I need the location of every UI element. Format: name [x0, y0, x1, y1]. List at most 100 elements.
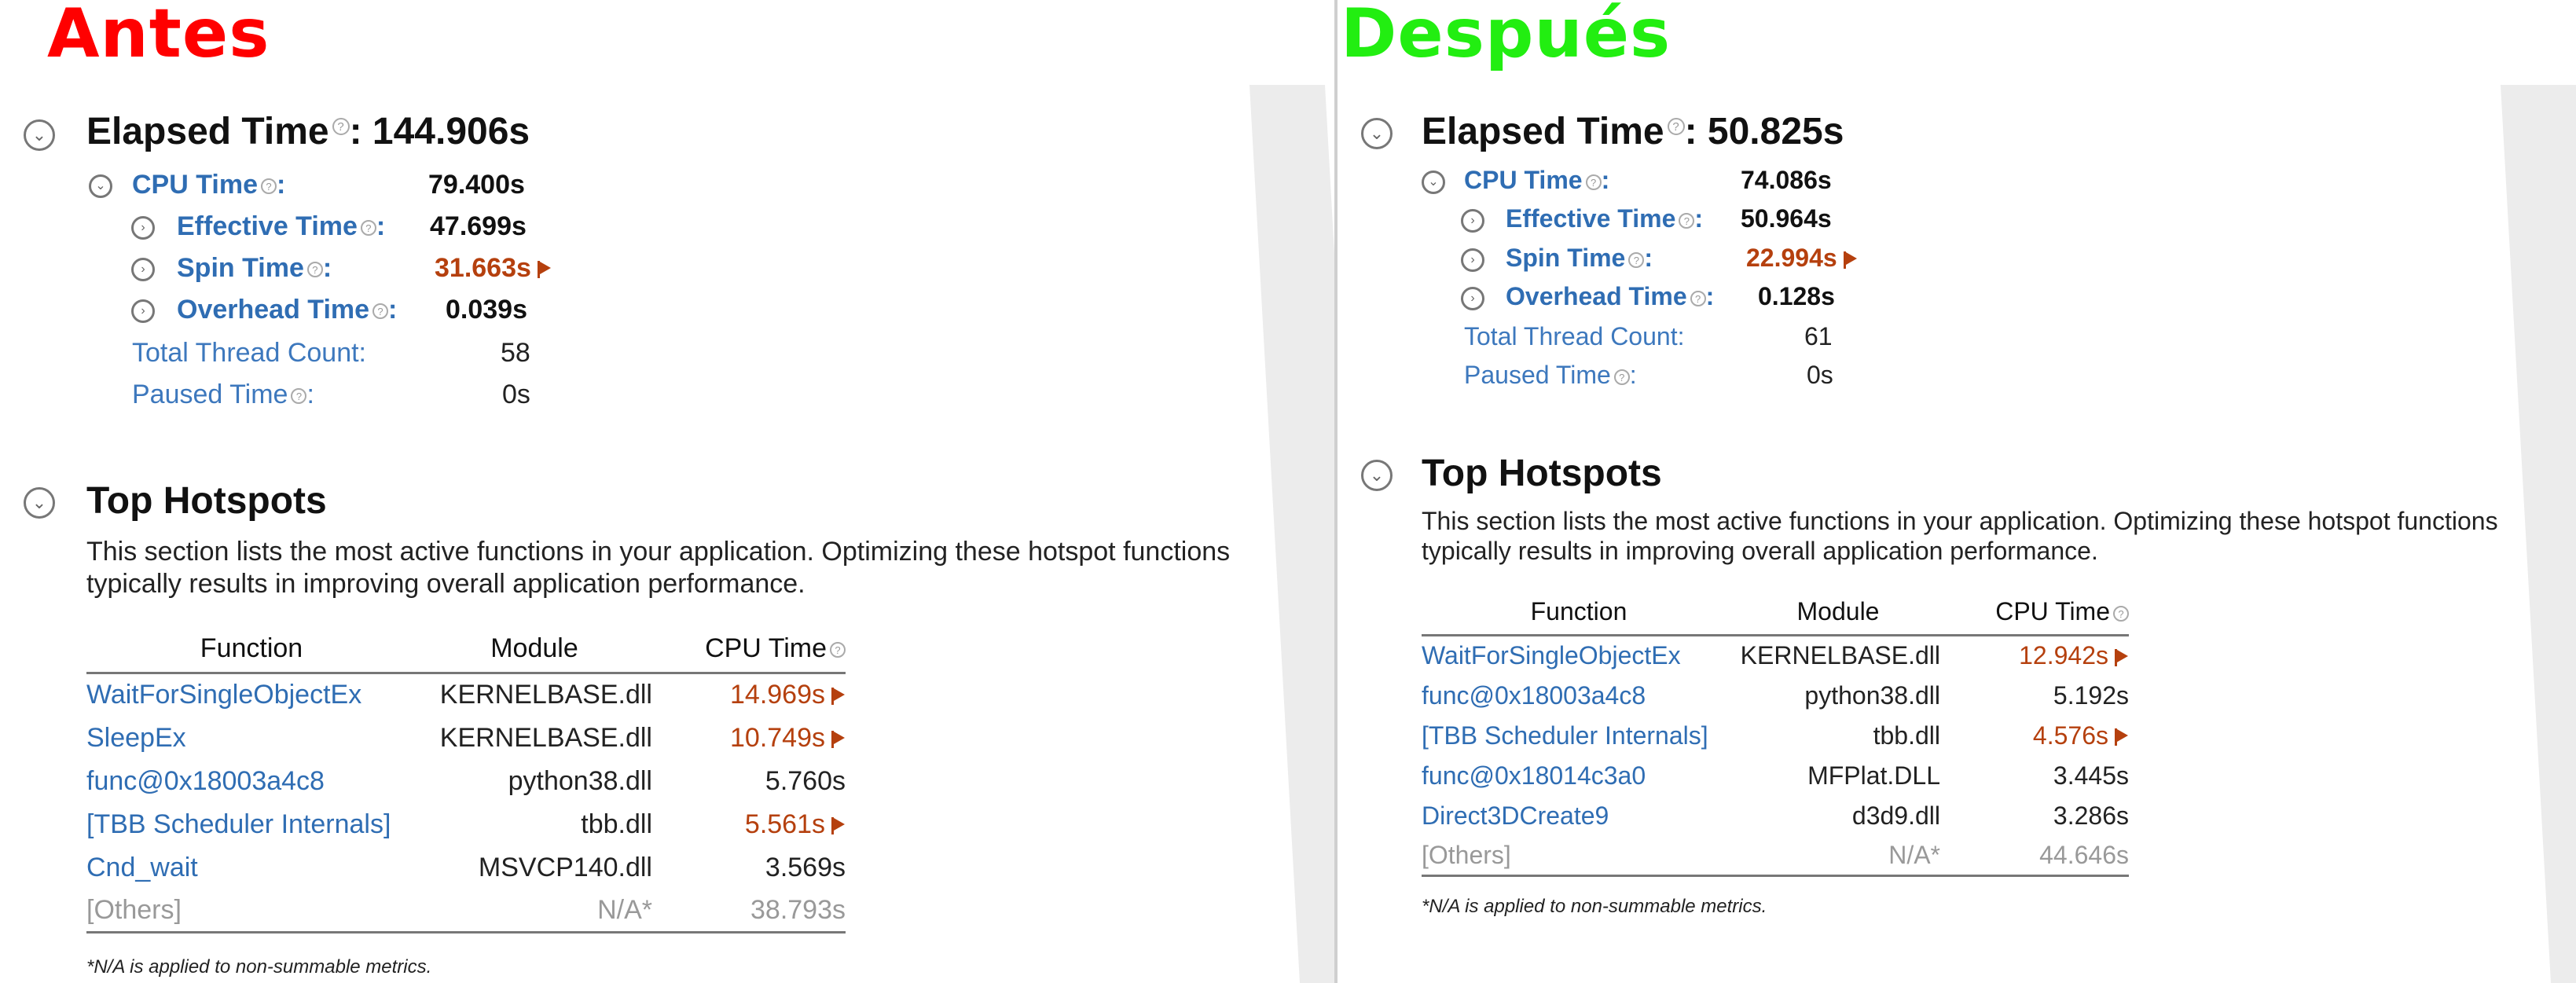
- table-row: Cnd_wait MSVCP140.dll 3.569s: [86, 846, 846, 889]
- top-hotspots-title: Top Hotspots: [86, 480, 327, 522]
- column-header-module[interactable]: Module: [1736, 597, 1940, 636]
- help-question-icon[interactable]: ?: [1679, 212, 1695, 229]
- expand-circle-icon[interactable]: ›: [1461, 287, 1484, 310]
- cpu-time-cell: 44.646s: [1940, 835, 2129, 877]
- cpu-time-cell: 3.569s: [765, 852, 846, 882]
- module-cell: N/A*: [1736, 835, 1940, 877]
- help-question-icon[interactable]: ?: [291, 388, 307, 405]
- warning-flag-icon: [831, 688, 846, 706]
- column-header-function[interactable]: Function: [1422, 597, 1736, 636]
- footnote: *N/A is applied to non-summable metrics.: [1422, 896, 1767, 917]
- help-question-icon[interactable]: ?: [332, 118, 350, 135]
- help-question-icon[interactable]: ?: [360, 220, 376, 237]
- paused-time-label: Paused Time?:: [132, 380, 314, 409]
- spin-time-value: 31.663s: [435, 253, 552, 284]
- function-link[interactable]: WaitForSingleObjectEx: [1422, 636, 1736, 676]
- overhead-time-value: 0.128s: [1758, 282, 1835, 310]
- column-header-cpu-time[interactable]: CPU Time?: [1940, 597, 2129, 636]
- collapse-circle-icon[interactable]: ⌄: [24, 119, 55, 151]
- paused-time-value: 0s: [502, 380, 530, 409]
- collapse-circle-icon[interactable]: ⌄: [24, 487, 55, 519]
- collapse-circle-icon[interactable]: ⌄: [89, 174, 112, 198]
- elapsed-time-heading: Elapsed Time?: 144.906s: [86, 110, 530, 153]
- help-question-icon[interactable]: ?: [830, 642, 846, 658]
- help-question-icon[interactable]: ?: [1585, 174, 1602, 190]
- elapsed-time-title: Elapsed Time: [86, 111, 329, 152]
- module-cell: tbb.dll: [1873, 721, 1940, 750]
- hotspots-description: This section lists the most active funct…: [1422, 507, 2498, 566]
- top-hotspots-title: Top Hotspots: [1422, 453, 1662, 494]
- function-link[interactable]: Direct3DCreate9: [1422, 796, 1736, 836]
- spin-time-label[interactable]: Spin Time?:: [177, 253, 332, 284]
- module-cell: MSVCP140.dll: [478, 852, 652, 882]
- expand-circle-icon[interactable]: ›: [131, 216, 155, 240]
- expand-circle-icon[interactable]: ›: [1461, 248, 1484, 272]
- cpu-time-cell: 3.286s: [2053, 801, 2129, 830]
- module-cell: python38.dll: [508, 765, 652, 796]
- total-thread-count-label: Total Thread Count:: [132, 338, 366, 368]
- help-question-icon[interactable]: ?: [1613, 369, 1630, 385]
- overhead-time-label[interactable]: Overhead Time?:: [177, 295, 397, 325]
- help-question-icon[interactable]: ?: [1628, 251, 1645, 268]
- warning-flag-icon: [831, 730, 846, 748]
- overhead-time-label[interactable]: Overhead Time?:: [1506, 282, 1714, 311]
- hotspots-description: This section lists the most active funct…: [86, 537, 1231, 599]
- collapse-circle-icon[interactable]: ⌄: [1361, 118, 1393, 149]
- warning-flag-icon: [831, 816, 846, 834]
- table-row-others: [Others] N/A* 44.646s: [1422, 835, 2129, 877]
- help-question-icon[interactable]: ?: [2113, 605, 2129, 622]
- function-cell: [Others]: [1422, 835, 1736, 877]
- table-row: WaitForSingleObjectEx KERNELBASE.dll 14.…: [86, 673, 846, 717]
- before-panel: Antes ⌄ Elapsed Time?: 144.906s ⌄ CPU Ti…: [0, 0, 1375, 983]
- table-row: Direct3DCreate9 d3d9.dll 3.286s: [1422, 796, 2129, 836]
- hotspots-table: Function Module CPU Time? WaitForSingleO…: [86, 633, 846, 933]
- warning-flag-icon: [537, 261, 552, 279]
- function-link[interactable]: WaitForSingleObjectEx: [86, 673, 416, 717]
- function-link[interactable]: [TBB Scheduler Internals]: [86, 803, 416, 846]
- column-header-module[interactable]: Module: [416, 633, 652, 674]
- effective-time-label[interactable]: Effective Time?:: [1506, 204, 1703, 233]
- after-panel: Después ⌄ Elapsed Time?: 50.825s ⌄ CPU T…: [1338, 0, 2576, 983]
- cpu-time-cell: 14.969s: [652, 673, 846, 717]
- collapse-circle-icon[interactable]: ⌄: [1422, 171, 1445, 194]
- column-header-function[interactable]: Function: [86, 633, 416, 674]
- footnote: *N/A is applied to non-summable metrics.: [86, 956, 432, 977]
- warning-flag-icon: [1843, 251, 1858, 269]
- table-row: SleepEx KERNELBASE.dll 10.749s: [86, 717, 846, 760]
- cpu-time-cell: 4.576s: [1940, 716, 2129, 756]
- help-question-icon[interactable]: ?: [260, 178, 277, 195]
- function-link[interactable]: [TBB Scheduler Internals]: [1422, 716, 1736, 756]
- module-cell: N/A*: [416, 889, 652, 933]
- help-question-icon[interactable]: ?: [306, 262, 323, 278]
- expand-circle-icon[interactable]: ›: [131, 258, 155, 281]
- elapsed-time-title: Elapsed Time: [1422, 111, 1664, 152]
- help-question-icon[interactable]: ?: [1690, 290, 1706, 306]
- spin-time-label[interactable]: Spin Time?:: [1506, 244, 1653, 273]
- expand-circle-icon[interactable]: ›: [131, 299, 155, 323]
- function-link[interactable]: func@0x18003a4c8: [86, 760, 416, 803]
- total-thread-count-label: Total Thread Count:: [1464, 322, 1685, 350]
- overhead-time-value: 0.039s: [446, 295, 527, 325]
- table-row: func@0x18014c3a0 MFPlat.DLL 3.445s: [1422, 756, 2129, 796]
- after-label: Después: [1341, 0, 1671, 73]
- effective-time-label[interactable]: Effective Time?:: [177, 211, 385, 242]
- cpu-time-label[interactable]: CPU Time?:: [1464, 166, 1609, 195]
- table-row: func@0x18003a4c8 python38.dll 5.760s: [86, 760, 846, 803]
- help-question-icon[interactable]: ?: [372, 303, 389, 320]
- table-row: WaitForSingleObjectEx KERNELBASE.dll 12.…: [1422, 636, 2129, 676]
- function-link[interactable]: func@0x18014c3a0: [1422, 756, 1736, 796]
- function-link[interactable]: Cnd_wait: [86, 846, 416, 889]
- help-question-icon[interactable]: ?: [1667, 118, 1685, 135]
- hotspots-table: Function Module CPU Time? WaitForSingleO…: [1422, 597, 2129, 877]
- function-link[interactable]: func@0x18003a4c8: [1422, 676, 1736, 716]
- cpu-time-label[interactable]: CPU Time?:: [132, 170, 285, 200]
- column-header-cpu-time[interactable]: CPU Time?: [652, 633, 846, 674]
- function-link[interactable]: SleepEx: [86, 717, 416, 760]
- module-cell: tbb.dll: [581, 809, 652, 839]
- elapsed-time-heading: Elapsed Time?: 50.825s: [1422, 110, 1844, 153]
- expand-circle-icon[interactable]: ›: [1461, 209, 1484, 233]
- cpu-time-cell: 12.942s: [1940, 636, 2129, 676]
- paused-time-label: Paused Time?:: [1464, 361, 1637, 389]
- collapse-circle-icon[interactable]: ⌄: [1361, 460, 1393, 491]
- cpu-time-value: 79.400s: [428, 170, 525, 200]
